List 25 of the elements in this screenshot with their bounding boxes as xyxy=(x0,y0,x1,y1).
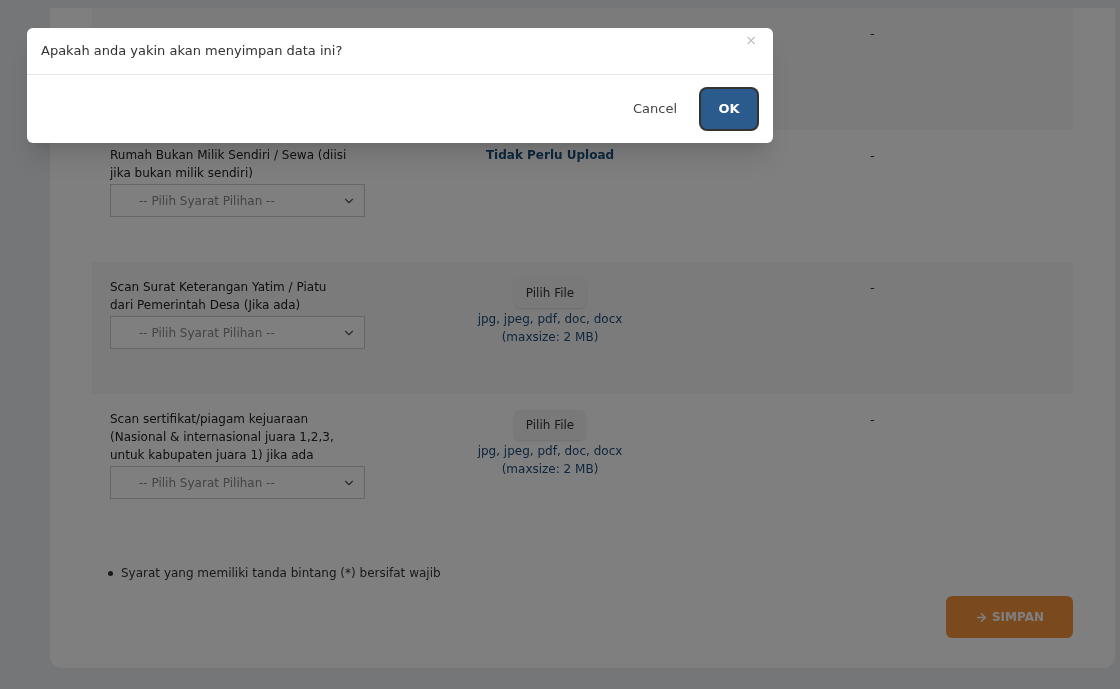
max-size: (maxsize: 2 MB) xyxy=(501,461,599,478)
requirement-select[interactable]: -- Pilih Syarat Pilihan -- xyxy=(110,184,365,217)
upload-note: Tidak Perlu Upload xyxy=(485,147,615,164)
choose-file-button[interactable]: Pilih File xyxy=(513,410,587,440)
max-size: (maxsize: 2 MB) xyxy=(501,329,599,346)
cancel-button[interactable]: Cancel xyxy=(632,99,677,119)
file-formats: jpg, jpeg, pdf, doc, docx xyxy=(477,311,623,328)
save-button[interactable]: SIMPAN xyxy=(946,596,1073,638)
requirement-label: Rumah Bukan Milik Sendiri / Sewa (diisi jika bukan milik sendiri) xyxy=(110,147,348,182)
status-text: - xyxy=(870,279,875,297)
bullet-icon xyxy=(108,570,113,576)
status-text: - xyxy=(870,147,875,165)
ok-button[interactable]: OK xyxy=(701,89,757,129)
requirement-select[interactable]: -- Pilih Syarat Pilihan -- xyxy=(110,316,365,349)
dialog-message: Apakah anda yakin akan menyimpan data ini? xyxy=(41,42,343,61)
requirement-select[interactable]: -- Pilih Syarat Pilihan -- xyxy=(110,466,365,499)
file-formats: jpg, jpeg, pdf, doc, docx xyxy=(477,443,623,460)
status-text: - xyxy=(870,25,875,43)
choose-file-button[interactable]: Pilih File xyxy=(513,278,587,308)
arrow-right-icon xyxy=(974,610,988,624)
requirement-label: Scan sertifikat/piagam kejuaraan (Nasional & internasional juara 1,2,3, untuk kabupaten juara 1) jika ada xyxy=(110,411,335,464)
note-text: Syarat yang memiliki tanda bintang (*) bersifat wajib xyxy=(121,565,441,582)
close-button[interactable]: × xyxy=(745,30,757,51)
status-text: - xyxy=(870,411,875,429)
requirement-label: Scan Surat Keterangan Yatim / Piatu dari Pemerintah Desa (Jika ada) xyxy=(110,279,328,314)
